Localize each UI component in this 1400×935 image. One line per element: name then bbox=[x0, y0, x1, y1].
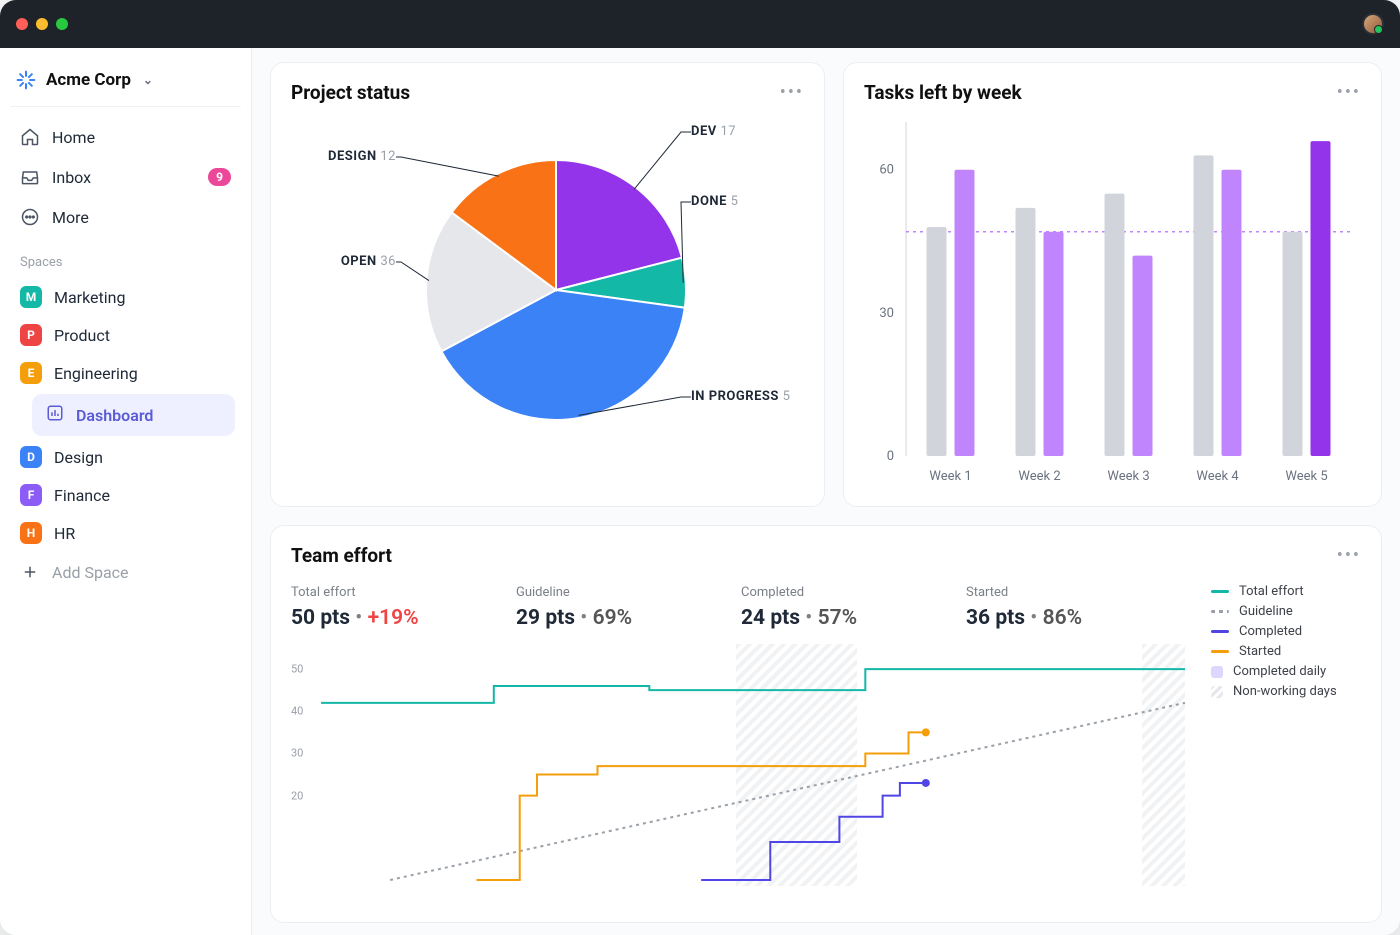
space-icon: M bbox=[20, 286, 42, 308]
add-space-label: Add Space bbox=[52, 563, 129, 582]
space-label: Design bbox=[54, 448, 103, 467]
space-label: HR bbox=[54, 524, 75, 543]
stat-label: Guideline bbox=[516, 585, 731, 600]
stat-label: Started bbox=[966, 585, 1181, 600]
nav-more[interactable]: More bbox=[10, 197, 241, 237]
card-more-button[interactable]: ••• bbox=[1337, 82, 1361, 103]
workspace-name: Acme Corp bbox=[46, 70, 131, 90]
chevron-down-icon: ⌄ bbox=[143, 73, 153, 87]
sidebar-dashboard[interactable]: Dashboard bbox=[32, 394, 235, 436]
workspace-logo-icon bbox=[16, 70, 36, 90]
space-icon: D bbox=[20, 446, 42, 468]
project-status-title: Project status bbox=[291, 81, 410, 104]
traffic-lights bbox=[16, 18, 68, 30]
project-status-chart: DEV 17 DONE 5 IN PROGRESS 5 OPEN 36 DESIGN 1… bbox=[291, 112, 804, 472]
svg-text:0: 0 bbox=[887, 449, 894, 464]
sidebar-space-marketing[interactable]: M Marketing bbox=[10, 278, 241, 316]
stat-value: 50 pts bbox=[291, 606, 350, 630]
spaces-section-label: Spaces bbox=[10, 237, 241, 278]
card-more-button[interactable]: ••• bbox=[780, 82, 804, 103]
stat-completed: Completed 24 pts • 57% bbox=[741, 581, 966, 634]
sidebar-space-engineering[interactable]: E Engineering bbox=[10, 354, 241, 392]
dashboard-icon bbox=[46, 404, 64, 426]
inbox-badge: 9 bbox=[208, 168, 231, 186]
stat-value: 24 pts bbox=[741, 606, 800, 630]
stat-value: 29 pts bbox=[516, 606, 575, 630]
svg-text:Week 2: Week 2 bbox=[1018, 469, 1060, 484]
svg-text:Week 4: Week 4 bbox=[1196, 469, 1239, 484]
workspace-switcher[interactable]: Acme Corp ⌄ bbox=[10, 60, 241, 107]
team-effort-chart: 20304050 bbox=[291, 644, 1191, 904]
main-content: Project status ••• DEV 17 DONE 5 IN PROGRE… bbox=[252, 48, 1400, 935]
sidebar-space-product[interactable]: P Product bbox=[10, 316, 241, 354]
svg-text:60: 60 bbox=[879, 163, 894, 178]
space-icon: E bbox=[20, 362, 42, 384]
stat-label: Total effort bbox=[291, 585, 506, 600]
svg-text:Week 5: Week 5 bbox=[1285, 469, 1327, 484]
svg-text:Week 3: Week 3 bbox=[1107, 469, 1149, 484]
team-effort-legend: Total effort Guideline Completed Started… bbox=[1191, 575, 1361, 904]
inbox-icon bbox=[20, 167, 40, 187]
team-effort-card: Team effort ••• Total effort 50 pts • +1… bbox=[270, 525, 1382, 923]
svg-text:Week 1: Week 1 bbox=[929, 469, 971, 484]
dashboard-label: Dashboard bbox=[76, 406, 153, 425]
stat-pct: 69% bbox=[593, 606, 633, 630]
stat-total-effort: Total effort 50 pts • +19% bbox=[291, 581, 516, 634]
legend-completed-daily: Completed daily bbox=[1211, 664, 1361, 679]
pie-label-open: OPEN 36 bbox=[301, 254, 396, 269]
more-horizontal-icon bbox=[20, 207, 40, 227]
pie-label-done: DONE 5 bbox=[691, 194, 738, 209]
sidebar-space-finance[interactable]: F Finance bbox=[10, 476, 241, 514]
sidebar: Acme Corp ⌄ Home Inbox 9 More bbox=[0, 48, 252, 935]
stat-pct: 57% bbox=[818, 606, 858, 630]
pie-label-dev: DEV 17 bbox=[691, 124, 736, 139]
sidebar-space-design[interactable]: D Design bbox=[10, 438, 241, 476]
legend-non-working: Non-working days bbox=[1211, 684, 1361, 699]
project-status-card: Project status ••• DEV 17 DONE 5 IN PROGRE… bbox=[270, 62, 825, 507]
stat-value: 36 pts bbox=[966, 606, 1025, 630]
nav-inbox-label: Inbox bbox=[52, 168, 91, 187]
tasks-left-card: Tasks left by week ••• 0 30 60 Week 1 Week 2… bbox=[843, 62, 1382, 507]
legend-started: Started bbox=[1211, 644, 1361, 659]
plus-icon bbox=[20, 562, 40, 582]
nav-home-label: Home bbox=[52, 128, 95, 147]
space-label: Marketing bbox=[54, 288, 125, 307]
minimize-window-icon[interactable] bbox=[36, 18, 48, 30]
space-icon: P bbox=[20, 324, 42, 346]
team-effort-title: Team effort bbox=[291, 544, 392, 567]
stat-delta: +19% bbox=[368, 606, 419, 630]
close-window-icon[interactable] bbox=[16, 18, 28, 30]
legend-guideline: Guideline bbox=[1211, 604, 1361, 619]
legend-total: Total effort bbox=[1211, 584, 1361, 599]
stat-pct: 86% bbox=[1043, 606, 1083, 630]
tasks-left-chart: 0 30 60 Week 1 Week 2 Week 3 Week 4 Week 5 bbox=[864, 112, 1361, 492]
legend-completed: Completed bbox=[1211, 624, 1361, 639]
stat-label: Completed bbox=[741, 585, 956, 600]
maximize-window-icon[interactable] bbox=[56, 18, 68, 30]
add-space-button[interactable]: Add Space bbox=[10, 552, 241, 592]
home-icon bbox=[20, 127, 40, 147]
nav-home[interactable]: Home bbox=[10, 117, 241, 157]
window-titlebar bbox=[0, 0, 1400, 48]
space-label: Finance bbox=[54, 486, 110, 505]
card-more-button[interactable]: ••• bbox=[1337, 545, 1361, 566]
space-icon: H bbox=[20, 522, 42, 544]
space-icon: F bbox=[20, 484, 42, 506]
tasks-left-title: Tasks left by week bbox=[864, 81, 1022, 104]
user-avatar[interactable] bbox=[1362, 13, 1384, 35]
nav-inbox[interactable]: Inbox 9 bbox=[10, 157, 241, 197]
sidebar-space-hr[interactable]: H HR bbox=[10, 514, 241, 552]
space-label: Product bbox=[54, 326, 110, 345]
stat-started: Started 36 pts • 86% bbox=[966, 581, 1191, 634]
nav-more-label: More bbox=[52, 208, 89, 227]
space-label: Engineering bbox=[54, 364, 138, 383]
pie-label-design: DESIGN 12 bbox=[301, 149, 396, 164]
svg-text:30: 30 bbox=[879, 306, 894, 321]
stat-guideline: Guideline 29 pts • 69% bbox=[516, 581, 741, 634]
pie-label-in-progress: IN PROGRESS 5 bbox=[691, 389, 790, 404]
